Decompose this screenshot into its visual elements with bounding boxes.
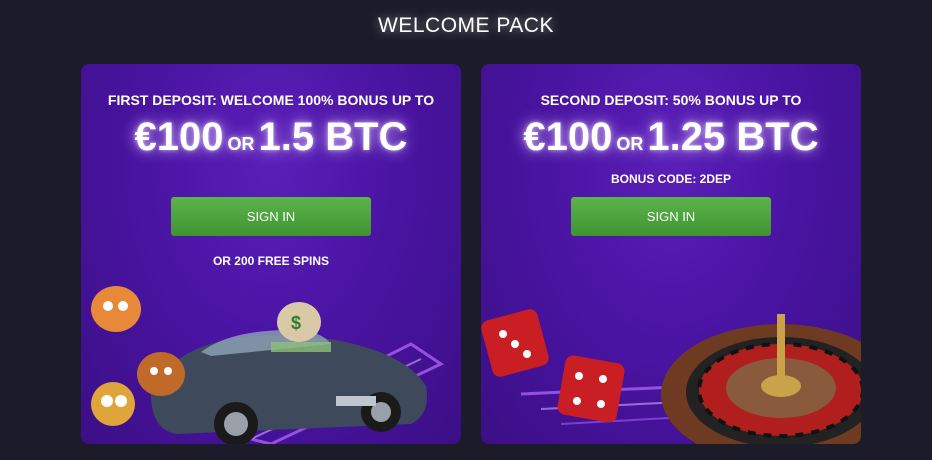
amount-or: OR: [227, 134, 255, 154]
second-deposit-headline: SECOND DEPOSIT: 50% BONUS UP TO: [540, 92, 802, 108]
second-deposit-card: SECOND DEPOSIT: 50% BONUS UP TO €100 OR 1.…: [481, 64, 861, 444]
first-deposit-amount: €100 OR 1.5 BTC: [81, 114, 461, 167]
first-deposit-headline: FIRST DEPOSIT: WELCOME 100% BONUS UP TO: [107, 92, 435, 108]
casino-illustration: [481, 309, 861, 444]
bonus-code-text: BONUS CODE: 2DEP: [610, 172, 732, 186]
second-deposit-sign-in-button[interactable]: SIGN IN: [571, 197, 771, 236]
dice-icon: [481, 309, 625, 423]
second-deposit-amount: €100 OR 1.25 BTC: [481, 114, 861, 167]
amount-euro: €100: [134, 115, 224, 159]
amount-euro: €100: [523, 115, 613, 159]
amount-or: OR: [616, 134, 644, 154]
free-spins-text: OR 200 FREE SPINS: [212, 254, 330, 268]
car-illustration: $: [91, 286, 445, 444]
roulette-icon: [661, 314, 861, 444]
page-title: WELCOME PACK: [378, 14, 554, 37]
first-deposit-card: FIRST DEPOSIT: WELCOME 100% BONUS UP TO …: [81, 64, 461, 444]
first-deposit-sign-in-button[interactable]: SIGN IN: [171, 197, 371, 236]
amount-btc: 1.5 BTC: [258, 115, 408, 159]
svg-text:$: $: [291, 313, 301, 333]
amount-btc: 1.25 BTC: [647, 115, 819, 159]
